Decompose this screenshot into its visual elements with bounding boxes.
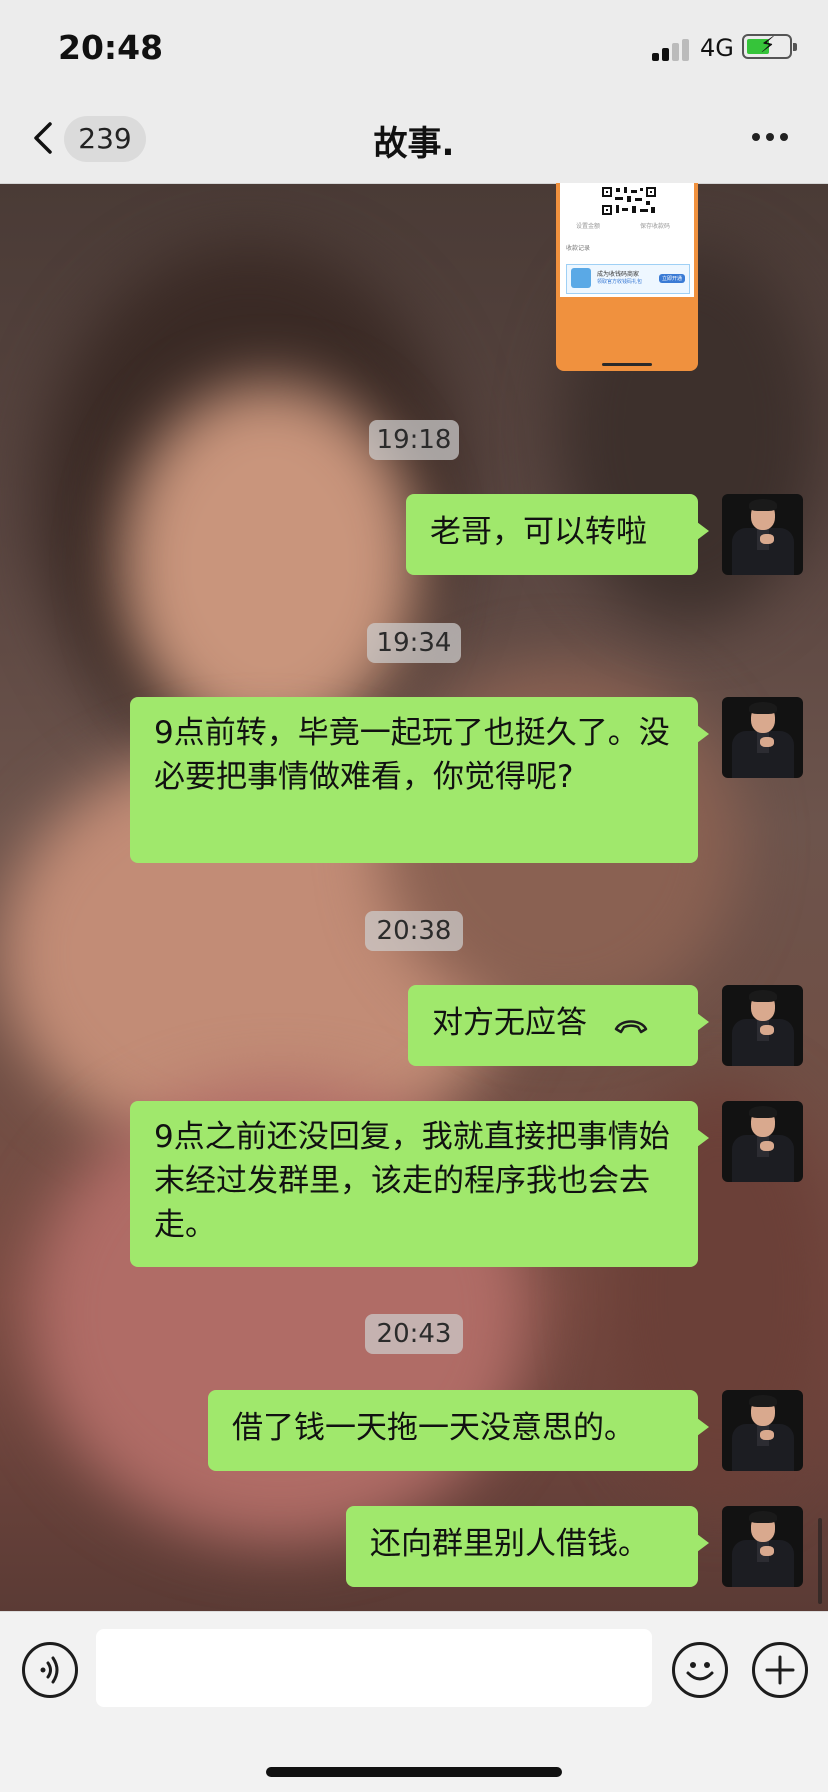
call-status-text: 对方无应答 [432, 1005, 587, 1041]
avatar[interactable] [722, 494, 803, 575]
more-dots-icon[interactable] [752, 133, 792, 143]
status-time: 20:48 [58, 28, 164, 67]
emoji-icon[interactable] [672, 1642, 728, 1698]
plus-icon[interactable] [752, 1642, 808, 1698]
promo-title: 成为收钱码商家 [597, 271, 640, 278]
save-code-label: 保存收款码 [640, 223, 671, 230]
avatar[interactable] [722, 697, 803, 778]
promo-banner: 成为收钱码商家 领取官方收钱码礼包 立即开通 [566, 264, 690, 294]
promo-subtitle: 领取官方收钱码礼包 [597, 279, 643, 285]
timestamp: 20:38 [365, 911, 463, 951]
timestamp: 19:34 [367, 623, 461, 663]
home-indicator[interactable] [266, 1767, 562, 1777]
chat-screen: 20:48 4G ⚡ 239 故事. 设置金额 保存收款码 收款记录 成为收钱码… [0, 0, 828, 1792]
message-bubble[interactable]: 还向群里别人借钱。 [346, 1506, 709, 1587]
records-label: 收款记录 [566, 245, 591, 252]
chat-header: 239 故事. [0, 96, 828, 184]
image-message-card[interactable]: 设置金额 保存收款码 收款记录 成为收钱码商家 领取官方收钱码礼包 立即开通 [556, 183, 698, 371]
shop-icon [571, 268, 591, 288]
status-bar: 20:48 4G ⚡ [0, 0, 828, 96]
scroll-indicator[interactable] [818, 1518, 822, 1604]
message-bubble[interactable]: 老哥，可以转啦 [406, 494, 709, 575]
avatar[interactable] [722, 1101, 803, 1182]
home-indicator-preview [602, 363, 652, 366]
input-bar [0, 1611, 828, 1792]
qr-code-icon [600, 185, 658, 217]
message-bubble[interactable]: 9点前转，毕竟一起玩了也挺久了。没必要把事情做难看，你觉得呢? [130, 697, 709, 863]
voice-icon[interactable] [22, 1642, 78, 1698]
screenshot-content: 设置金额 保存收款码 收款记录 成为收钱码商家 领取官方收钱码礼包 立即开通 [560, 183, 694, 297]
avatar[interactable] [722, 1506, 803, 1587]
hang-up-icon [614, 1019, 648, 1033]
message-bubble[interactable]: 9点之前还没回复，我就直接把事情始末经过发群里，该走的程序我也会去走。 [130, 1101, 709, 1267]
timestamp: 20:43 [365, 1314, 463, 1354]
message-bubble[interactable]: 借了钱一天拖一天没意思的。 [208, 1390, 709, 1471]
message-input[interactable] [96, 1629, 652, 1707]
avatar[interactable] [722, 1390, 803, 1471]
timestamp: 19:18 [369, 420, 459, 460]
battery-icon: ⚡ [742, 33, 797, 59]
call-status-bubble[interactable]: 对方无应答 [408, 985, 709, 1066]
set-amount-label: 设置金额 [576, 223, 601, 230]
signal-icon [652, 39, 692, 61]
promo-button: 立即开通 [658, 274, 685, 283]
avatar[interactable] [722, 985, 803, 1066]
chat-title: 故事. [373, 124, 455, 164]
network-type: 4G [700, 34, 734, 62]
